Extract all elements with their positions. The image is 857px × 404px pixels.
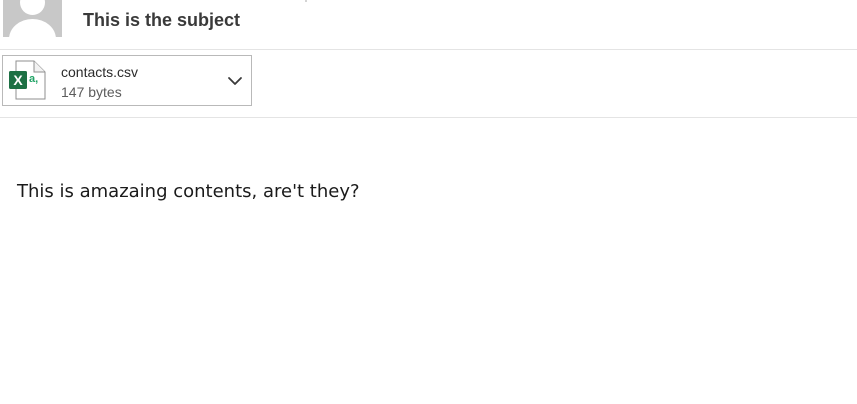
header-divider (0, 49, 857, 50)
avatar-head-shape (20, 0, 45, 15)
attachment-file-name: contacts.csv (61, 64, 139, 80)
chevron-down-icon[interactable] (227, 74, 243, 88)
excel-x-letter: X (13, 72, 23, 88)
attachment-file-size: 147 bytes (61, 84, 122, 100)
email-body-text: This is amazaing contents, are't they? (17, 181, 360, 202)
header-decoration (305, 0, 307, 2)
email-subject: This is the subject (83, 10, 241, 30)
sender-avatar[interactable] (3, 0, 62, 37)
csv-badge-letters: a, (29, 73, 38, 85)
attachment-divider (0, 117, 857, 118)
excel-file-icon: X a, (9, 60, 46, 100)
avatar-shoulders-shape (9, 19, 56, 37)
email-reading-pane: This is the subject X a, contacts.csv 14… (0, 0, 857, 404)
attachment-card[interactable]: X a, contacts.csv 147 bytes (2, 55, 252, 106)
